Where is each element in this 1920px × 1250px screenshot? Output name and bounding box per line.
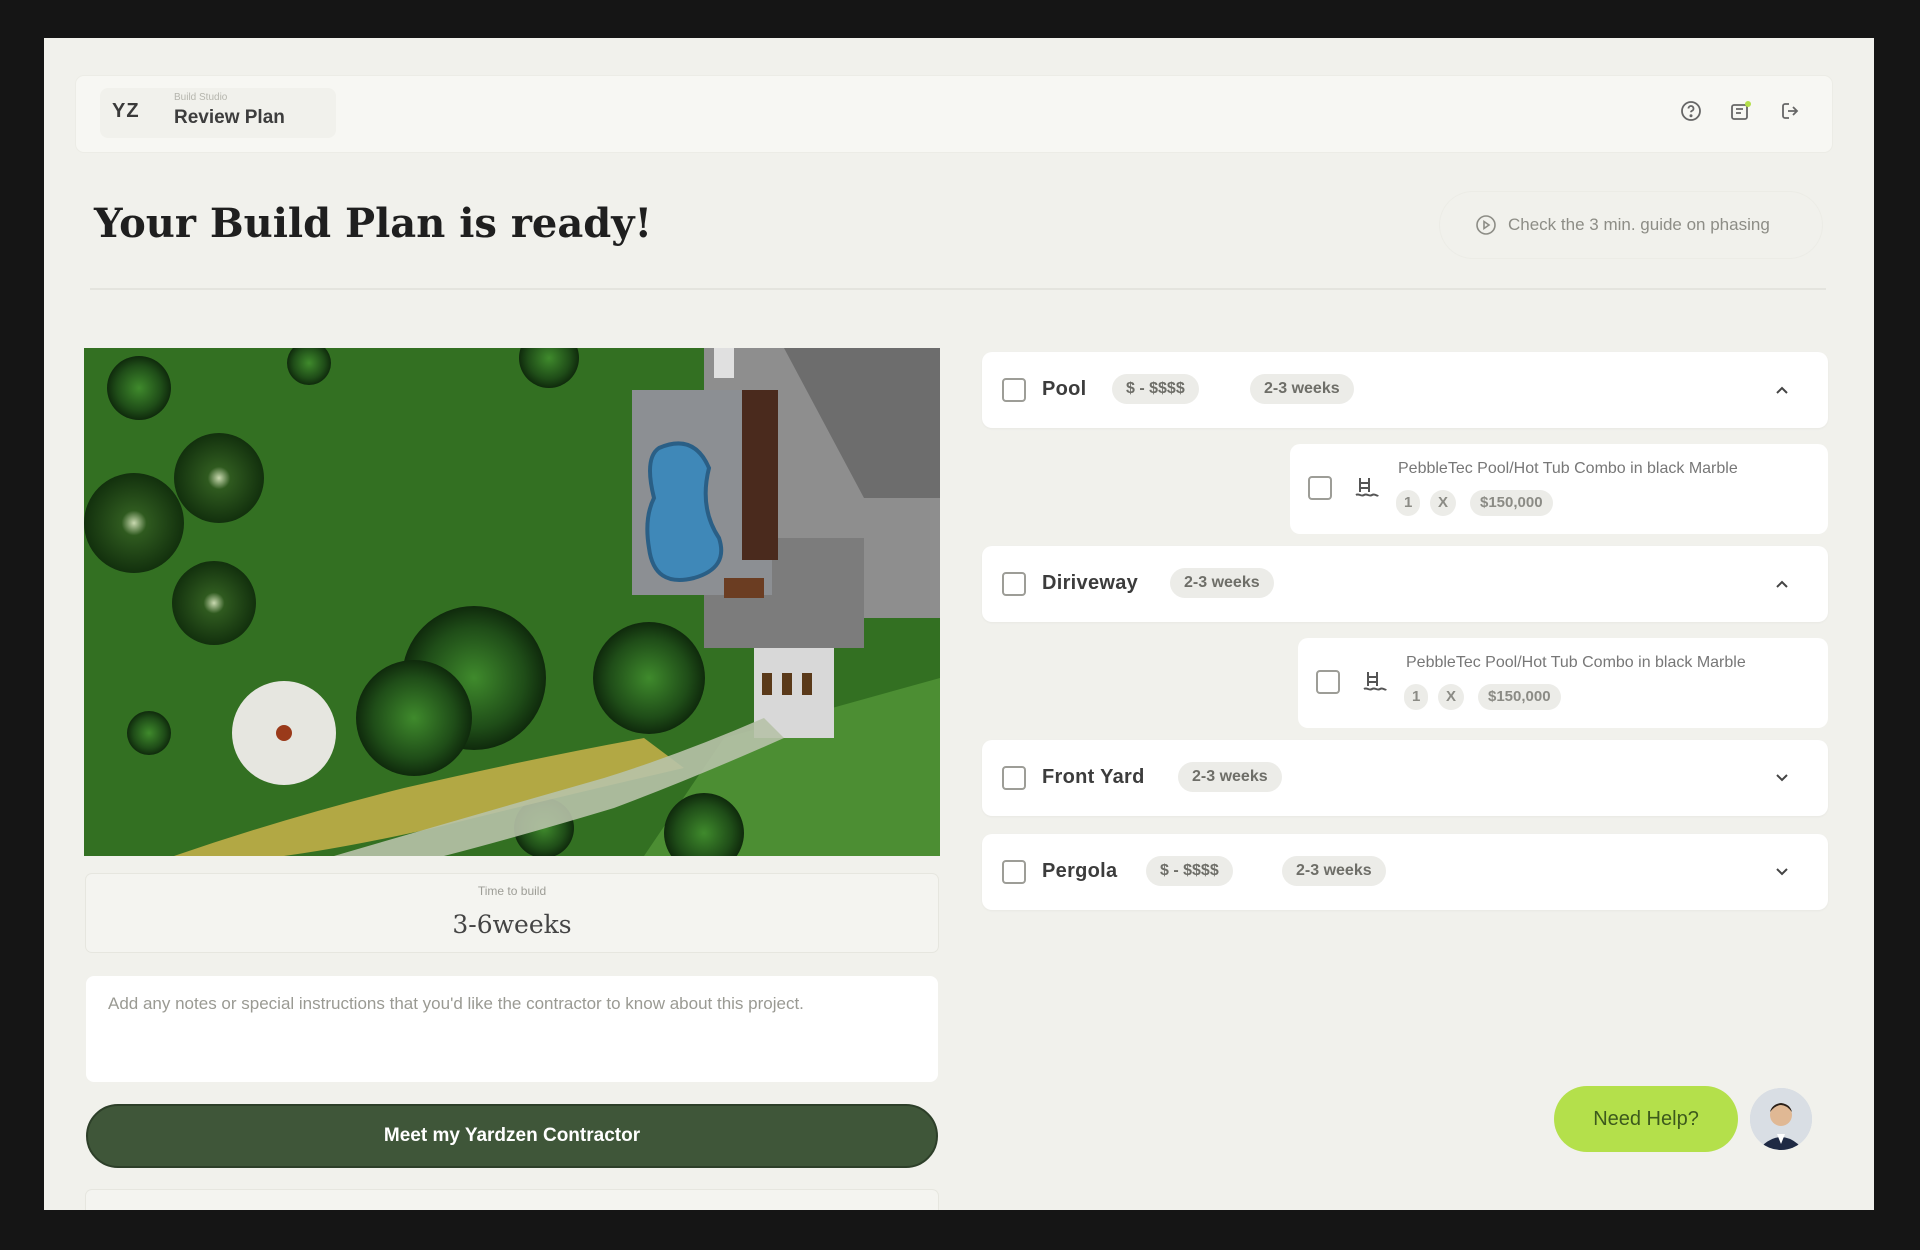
item-price: $150,000 <box>1478 684 1561 710</box>
item-checkbox[interactable] <box>1316 670 1340 694</box>
pool-ladder-icon <box>1352 472 1380 500</box>
page-title: Your Build Plan is ready! <box>94 200 653 247</box>
duration-badge: 2-3 weeks <box>1250 374 1354 404</box>
breadcrumb-parent: Build Studio <box>174 92 228 103</box>
phase-front-yard[interactable]: Front Yard 2-3 weeks <box>982 740 1828 816</box>
item-quantity: 1 <box>1396 490 1421 516</box>
item-multiplier: X <box>1430 490 1457 516</box>
secondary-card <box>86 1190 938 1210</box>
app-screen: YZ Build Studio Review Plan Your Build P… <box>44 38 1874 1210</box>
item-title: PebbleTec Pool/Hot Tub Combo in black Ma… <box>1406 654 1746 671</box>
yard-plan-render <box>84 348 940 856</box>
phase-item: PebbleTec Pool/Hot Tub Combo in black Ma… <box>1290 444 1828 534</box>
phase-checkbox[interactable] <box>1002 572 1026 596</box>
time-to-build-card: Time to build 3-6weeks <box>86 874 938 952</box>
avatar[interactable] <box>1750 1088 1812 1150</box>
phase-name: Pool <box>1042 378 1087 400</box>
item-checkbox[interactable] <box>1308 476 1332 500</box>
item-title: PebbleTec Pool/Hot Tub Combo in black Ma… <box>1398 460 1738 477</box>
time-to-build-label: Time to build <box>477 884 547 898</box>
item-quantity: 1 <box>1404 684 1429 710</box>
item-multiplier: X <box>1438 684 1465 710</box>
phase-name: Front Yard <box>1042 766 1145 788</box>
need-help-button[interactable]: Need Help? <box>1554 1086 1738 1152</box>
duration-badge: 2-3 weeks <box>1282 856 1386 886</box>
chevron-down-icon[interactable] <box>1772 768 1792 788</box>
phase-name: Diriveway <box>1042 572 1139 594</box>
breadcrumb[interactable]: YZ Build Studio Review Plan <box>100 88 336 138</box>
phase-pergola[interactable]: Pergola $ - $$$$ 2-3 weeks <box>982 834 1828 910</box>
breadcrumb-current: Review Plan <box>174 107 285 128</box>
help-icon[interactable] <box>1678 98 1704 124</box>
divider <box>90 288 1826 290</box>
phase-checkbox[interactable] <box>1002 860 1026 884</box>
time-to-build-value: 3-6weeks <box>452 910 572 939</box>
meet-contractor-button[interactable]: Meet my Yardzen Contractor <box>86 1104 938 1168</box>
duration-badge: 2-3 weeks <box>1178 762 1282 792</box>
phasing-guide-label: Check the 3 min. guide on phasing <box>1508 215 1770 234</box>
item-price: $150,000 <box>1470 490 1553 516</box>
chevron-up-icon[interactable] <box>1772 574 1792 594</box>
chevron-up-icon[interactable] <box>1772 380 1792 400</box>
phase-checkbox[interactable] <box>1002 766 1026 790</box>
phasing-guide-button[interactable]: Check the 3 min. guide on phasing <box>1440 192 1822 258</box>
price-badge: $ - $$$$ <box>1146 856 1233 886</box>
header-actions <box>1678 98 1804 124</box>
phase-name: Pergola <box>1042 860 1118 882</box>
logout-icon[interactable] <box>1778 98 1804 124</box>
pool-ladder-icon <box>1360 666 1388 694</box>
chevron-down-icon[interactable] <box>1772 862 1792 882</box>
contractor-notes-input[interactable] <box>86 976 938 1082</box>
price-badge: $ - $$$$ <box>1112 374 1199 404</box>
phase-item: PebbleTec Pool/Hot Tub Combo in black Ma… <box>1298 638 1828 728</box>
duration-badge: 2-3 weeks <box>1170 568 1274 598</box>
phase-pool[interactable]: Pool $ - $$$$ 2-3 weeks <box>982 352 1828 428</box>
notification-icon[interactable] <box>1728 98 1754 124</box>
logo: YZ <box>112 100 140 122</box>
phase-checkbox[interactable] <box>1002 378 1026 402</box>
top-bar: YZ Build Studio Review Plan <box>76 76 1832 152</box>
play-icon <box>1476 215 1496 235</box>
phase-driveway[interactable]: Diriveway 2-3 weeks <box>982 546 1828 622</box>
